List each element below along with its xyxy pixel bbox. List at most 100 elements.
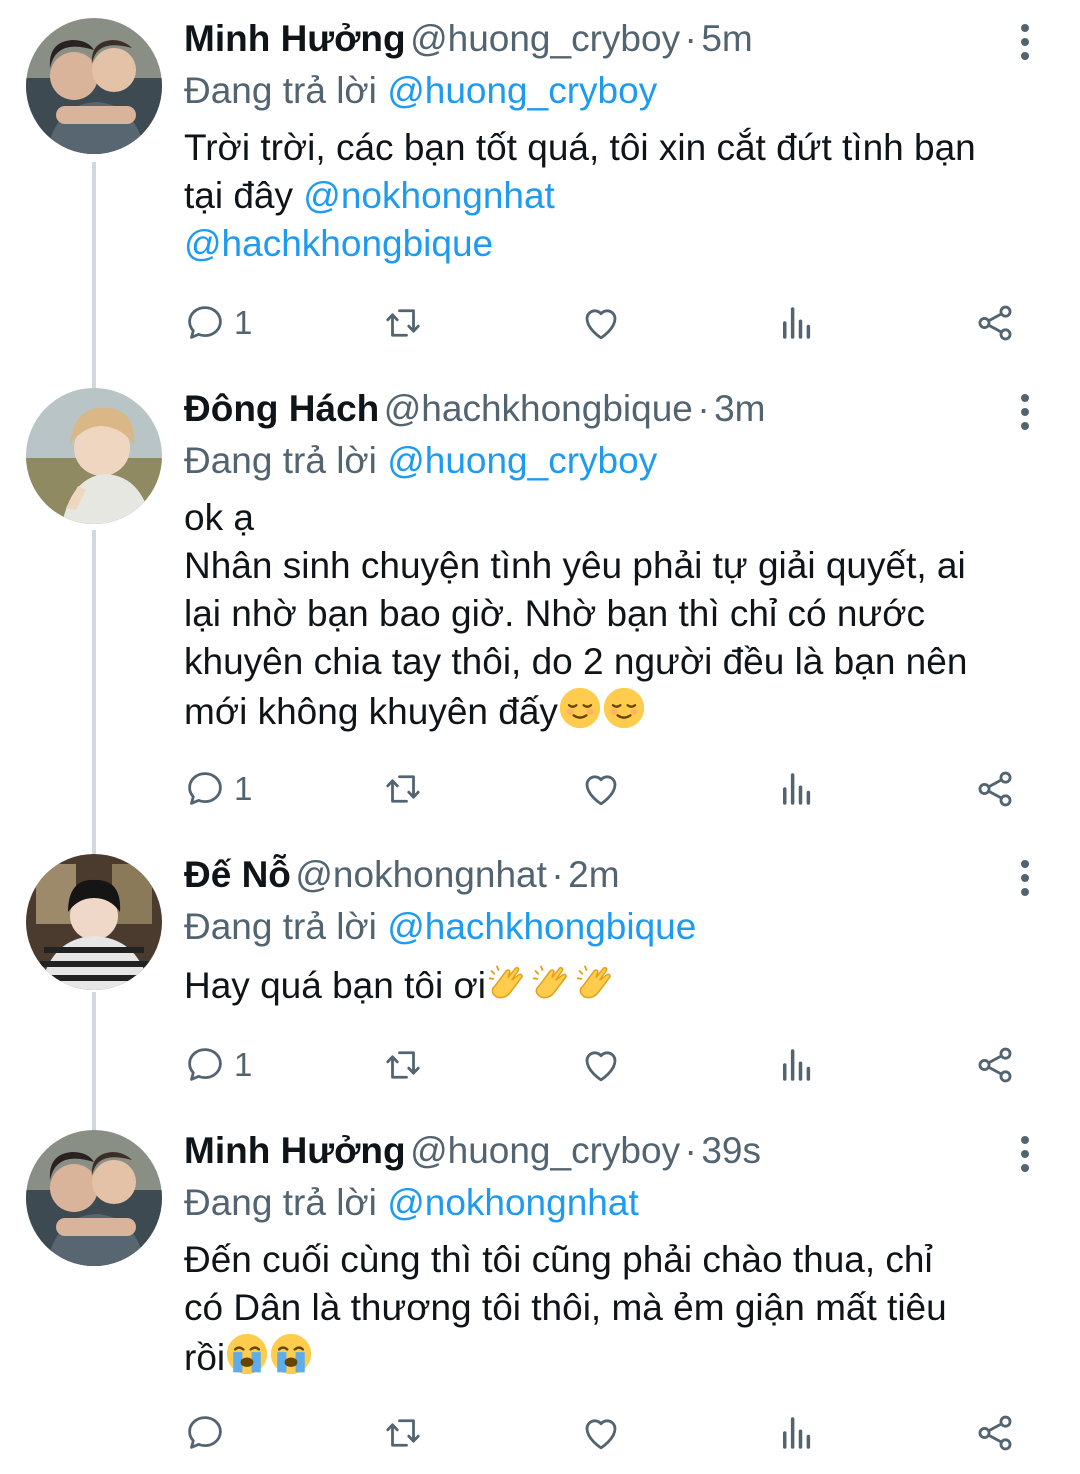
analytics-icon — [776, 768, 818, 810]
retweet-button[interactable] — [382, 1408, 424, 1458]
share-icon — [974, 1044, 1016, 1086]
timestamp[interactable]: 5m — [701, 18, 752, 59]
tweet-text: Hay quá bạn tôi ơi — [184, 960, 1040, 1010]
timestamp[interactable]: 3m — [714, 388, 765, 429]
more-options-icon[interactable] — [1010, 22, 1040, 62]
replying-to-label: Đang trả lời — [184, 906, 377, 947]
display-name[interactable]: Đông Hách — [184, 388, 379, 429]
retweet-icon — [382, 768, 424, 810]
thread-line — [92, 370, 96, 388]
reply-mention[interactable]: @hachkhongbique — [387, 906, 696, 947]
timestamp[interactable]: 39s — [701, 1130, 761, 1171]
tweet-text-line: rồi — [184, 1337, 226, 1378]
avatar[interactable] — [26, 1130, 162, 1266]
reply-count: 1 — [234, 1046, 253, 1083]
replying-to: Đang trả lời @nokhongnhat — [184, 1180, 1040, 1230]
reply-button[interactable]: 1 — [184, 298, 252, 348]
user-handle[interactable]: @huong_cryboy — [410, 18, 680, 59]
tweet[interactable]: Đế Nỗ @nokhongnhat · 2m Đang trả lời @ha… — [0, 836, 1080, 1112]
analytics-icon — [776, 302, 818, 344]
retweet-button[interactable] — [382, 298, 424, 348]
reply-button[interactable] — [184, 1408, 234, 1458]
retweet-button[interactable] — [382, 1040, 424, 1090]
retweet-icon — [382, 302, 424, 344]
display-name[interactable]: Minh Hưởng — [184, 18, 406, 59]
analytics-button[interactable] — [776, 298, 818, 348]
reply-button[interactable]: 1 — [184, 1040, 252, 1090]
thread-line — [92, 530, 96, 836]
mention-link[interactable]: @hachkhongbique — [184, 223, 493, 264]
analytics-button[interactable] — [776, 764, 818, 814]
reply-mention[interactable]: @nokhongnhat — [387, 1182, 639, 1223]
share-button[interactable] — [974, 1408, 1016, 1458]
clapping-hands-emoji — [574, 960, 618, 1004]
tweet[interactable]: Minh Hưởng @huong_cryboy · 5m Đang trả l… — [0, 0, 1080, 370]
action-bar: 1 — [184, 764, 1020, 814]
reply-button[interactable]: 1 — [184, 764, 252, 814]
user-handle[interactable]: @hachkhongbique — [384, 388, 693, 429]
user-handle[interactable]: @nokhongnhat — [295, 854, 547, 895]
like-button[interactable] — [580, 764, 622, 814]
mention-link[interactable]: @nokhongnhat — [303, 175, 555, 216]
share-icon — [974, 1412, 1016, 1454]
tweet[interactable]: Minh Hưởng @huong_cryboy · 39s Đang trả … — [0, 1112, 1080, 1474]
analytics-button[interactable] — [776, 1040, 818, 1090]
heart-icon — [580, 1412, 622, 1454]
avatar-photo — [26, 854, 162, 990]
tweet-text: ok ạ Nhân sinh chuyện tình yêu phải tự g… — [184, 494, 1040, 736]
tweet-header: Minh Hưởng @huong_cryboy · 39s — [184, 1130, 1040, 1180]
replying-to: Đang trả lời @huong_cryboy — [184, 438, 1040, 488]
reply-count: 1 — [234, 304, 253, 341]
timestamp[interactable]: 2m — [568, 854, 619, 895]
more-options-icon[interactable] — [1010, 392, 1040, 432]
share-icon — [974, 768, 1016, 810]
avatar[interactable] — [26, 388, 162, 524]
avatar[interactable] — [26, 18, 162, 154]
tweet-text-line: Đến cuối cùng thì tôi cũng phải chào thu… — [184, 1239, 933, 1280]
thread-line — [92, 162, 96, 370]
loudly-crying-face-emoji — [225, 1332, 269, 1376]
action-bar — [184, 1408, 1020, 1458]
heart-icon — [580, 768, 622, 810]
tweet-text-line: Nhân sinh chuyện tình yêu phải tự giải q… — [184, 545, 966, 586]
reply-icon — [184, 302, 226, 344]
tweet-text-line: tại đây — [184, 175, 294, 216]
thread-line — [92, 1112, 96, 1130]
retweet-button[interactable] — [382, 764, 424, 814]
share-icon — [974, 302, 1016, 344]
clapping-hands-emoji — [530, 960, 574, 1004]
analytics-button[interactable] — [776, 1408, 818, 1458]
action-bar: 1 — [184, 298, 1020, 348]
reply-mention[interactable]: @huong_cryboy — [387, 70, 657, 111]
tweet-text-line: có Dân là thương tôi thôi, mà ẻm giận mấ… — [184, 1287, 947, 1328]
like-button[interactable] — [580, 1408, 622, 1458]
share-button[interactable] — [974, 1040, 1016, 1090]
display-name[interactable]: Minh Hưởng — [184, 1130, 406, 1171]
reply-mention[interactable]: @huong_cryboy — [387, 440, 657, 481]
like-button[interactable] — [580, 298, 622, 348]
reply-icon — [184, 1412, 226, 1454]
like-button[interactable] — [580, 1040, 622, 1090]
share-button[interactable] — [974, 298, 1016, 348]
display-name[interactable]: Đế Nỗ — [184, 854, 291, 895]
replying-to-label: Đang trả lời — [184, 1182, 377, 1223]
tweet-text-line: ok ạ — [184, 497, 254, 538]
relieved-face-emoji — [602, 686, 646, 730]
tweet[interactable]: Đông Hách @hachkhongbique · 3m Đang trả … — [0, 370, 1080, 836]
reply-count: 1 — [234, 770, 253, 807]
retweet-icon — [382, 1044, 424, 1086]
more-options-icon[interactable] — [1010, 858, 1040, 898]
more-options-icon[interactable] — [1010, 1134, 1040, 1174]
avatar-photo — [26, 18, 162, 154]
share-button[interactable] — [974, 764, 1016, 814]
tweet-text-line: Hay quá bạn tôi ơi — [184, 965, 486, 1006]
clapping-hands-emoji — [486, 960, 530, 1004]
reply-icon — [184, 1044, 226, 1086]
relieved-face-emoji — [558, 686, 602, 730]
replying-to-label: Đang trả lời — [184, 440, 377, 481]
heart-icon — [580, 1044, 622, 1086]
reply-icon — [184, 768, 226, 810]
user-handle[interactable]: @huong_cryboy — [410, 1130, 680, 1171]
tweet-text-line: mới không khuyên đấy — [184, 691, 558, 732]
avatar[interactable] — [26, 854, 162, 990]
